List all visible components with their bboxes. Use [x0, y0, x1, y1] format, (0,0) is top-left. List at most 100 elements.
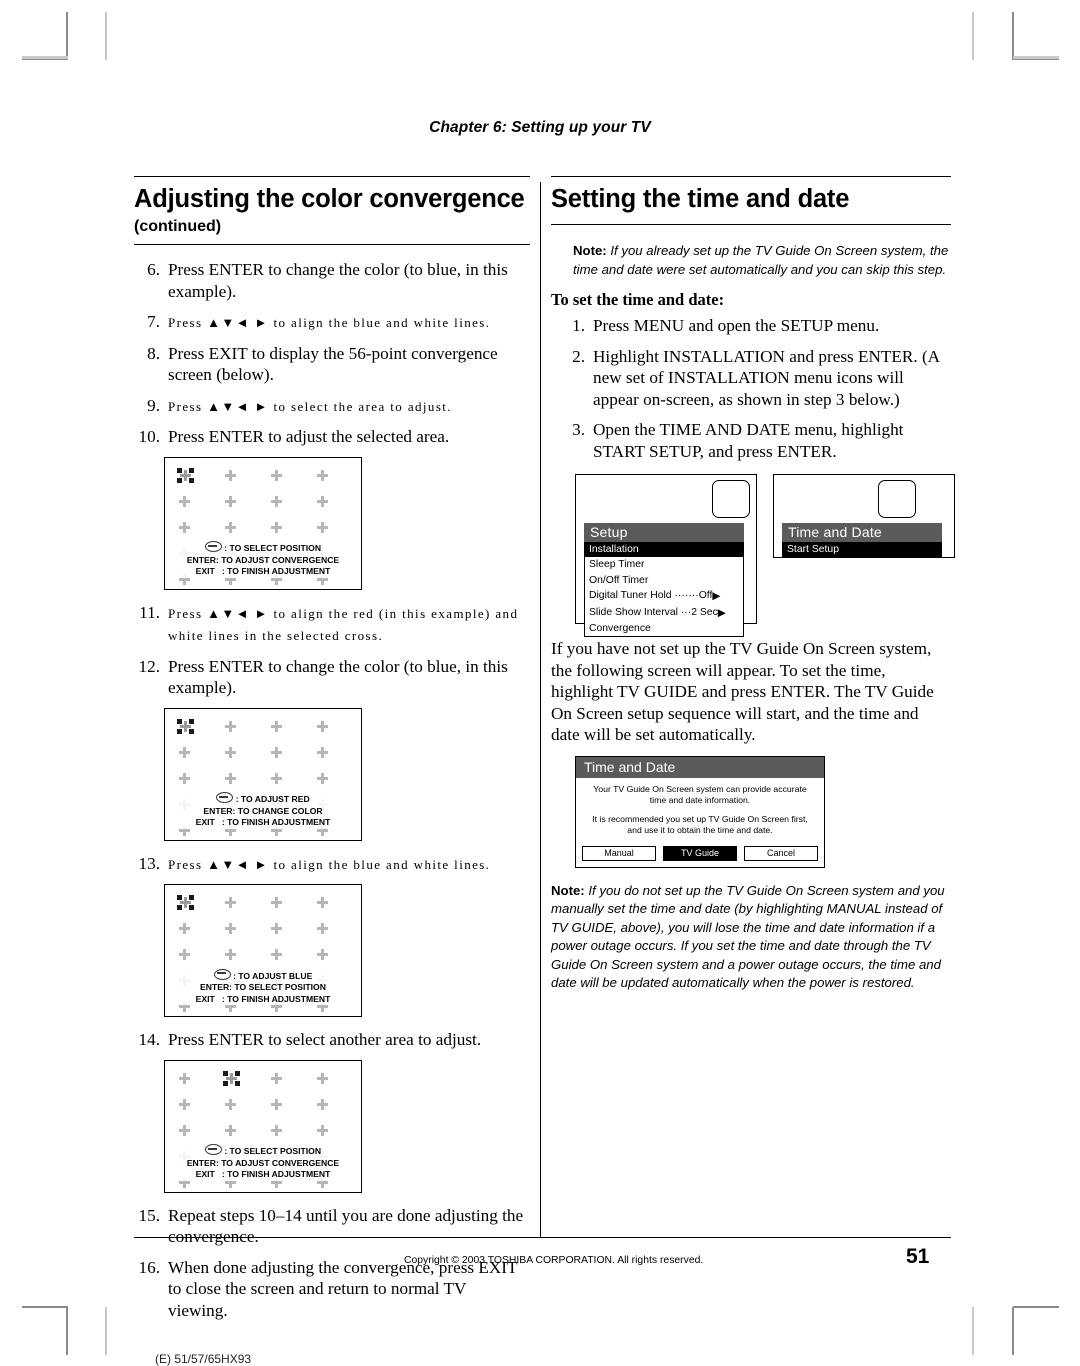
menu-item-digital-tuner-hold[interactable]: Digital Tuner Hold ·······Off▶	[585, 588, 743, 604]
list-item: 6. Press ENTER to change the color (to bl…	[134, 259, 530, 302]
menu-item-label: Slide Show Interval ···2 Sec	[589, 606, 718, 618]
convergence-cross	[225, 495, 236, 507]
convergence-cross	[225, 949, 236, 960]
selected-crosshair-marker	[223, 1070, 240, 1086]
menu-item-on-off-timer[interactable]: On/Off Timer	[585, 573, 743, 588]
legend-line: : TO SELECT POSITION	[165, 1144, 361, 1158]
step-text: Press ▲▼◄ ► to align the blue and white …	[168, 315, 491, 330]
list-item: 11. Press ▲▼◄ ► to align the red (in this…	[134, 602, 530, 647]
step-text: Press ENTER to adjust the selected area.	[168, 427, 450, 446]
legend-key: ENTER	[203, 805, 233, 816]
chapter-header: Chapter 6: Setting up your TV	[429, 119, 651, 136]
legend-line: ENTER: TO ADJUST CONVERGENCE	[165, 1158, 361, 1170]
list-item: 13. Press ▲▼◄ ► to align the blue and whi…	[134, 853, 530, 876]
setup-menu-screen: Setup Installation Sleep Timer On/Off Ti…	[575, 474, 757, 638]
convergence-cross	[179, 772, 190, 784]
cross-icon	[180, 720, 191, 732]
legend-key: EXIT	[195, 1169, 215, 1179]
step-number: 3.	[572, 420, 585, 439]
step-text: Press MENU and open the SETUP menu.	[593, 316, 880, 335]
menu-item-label: On/Off Timer	[589, 574, 649, 586]
convergence-cross	[271, 746, 282, 758]
convergence-cross	[179, 495, 190, 507]
manual-button[interactable]: Manual	[582, 845, 656, 861]
convergence-cross	[317, 1124, 328, 1136]
convergence-screen-4: : TO SELECT POSITION ENTER: TO ADJUST CO…	[164, 1059, 362, 1193]
convergence-cross	[271, 1098, 282, 1110]
note-text: If you do not set up the TV Guide On Scr…	[551, 882, 945, 991]
note-label: Note:	[573, 243, 607, 258]
convergence-legend-2: : TO ADJUST RED ENTER: TO CHANGE COLOR E…	[165, 792, 361, 829]
convergence-cross	[317, 1072, 328, 1084]
convergence-cross	[317, 746, 328, 758]
list-item: 16. When done adjusting the convergence, …	[134, 1257, 530, 1322]
list-item: 1. Press MENU and open the SETUP menu.	[559, 315, 951, 337]
tv-guide-button[interactable]: TV Guide	[663, 845, 737, 861]
legend-text: : TO ADJUST RED	[235, 794, 310, 804]
column-divider	[540, 182, 541, 1237]
convergence-cross	[225, 923, 236, 934]
menu-item-installation[interactable]: Installation	[585, 542, 743, 558]
note-1: Note: If you already set up the TV Guide…	[551, 242, 951, 279]
convergence-cross	[179, 923, 190, 934]
step-text: Press ENTER to change the color (to blue…	[168, 656, 508, 698]
legend-text: : TO CHANGE COLOR	[232, 805, 323, 816]
step-text: Press ENTER to select another area to ad…	[168, 1030, 482, 1049]
step-text: Press EXIT to display the 56-point conve…	[168, 343, 498, 385]
step-number: 8.	[147, 343, 160, 363]
left-steps-list-b: 11. Press ▲▼◄ ► to align the red (in this…	[134, 602, 530, 699]
list-item: 8. Press EXIT to display the 56-point con…	[134, 343, 530, 386]
legend-text: : TO SELECT POSITION	[224, 1146, 322, 1156]
legend-line: ENTER: TO CHANGE COLOR	[165, 806, 361, 818]
convergence-cross	[271, 772, 282, 784]
menu-item-convergence[interactable]: Convergence	[585, 621, 743, 636]
legend-line: EXIT : TO FINISH ADJUSTMENT	[165, 1169, 361, 1181]
legend-line: EXIT : TO FINISH ADJUSTMENT	[165, 994, 361, 1006]
left-section-header: Adjusting the color convergence (continu…	[134, 176, 530, 245]
footer-divider	[134, 1237, 951, 1239]
convergence-cross	[179, 521, 190, 533]
menu-item-label: Digital Tuner Hold ·······Off	[589, 590, 713, 602]
step-number: 7.	[147, 312, 160, 331]
legend-line: ENTER: TO ADJUST CONVERGENCE	[165, 555, 361, 567]
convergence-cross	[271, 469, 282, 481]
note-label: Note:	[551, 882, 585, 898]
list-item: 9. Press ▲▼◄ ► to select the area to adju…	[134, 395, 530, 418]
dial-icon	[204, 541, 222, 552]
convergence-legend-1: : TO SELECT POSITION ENTER: TO ADJUST CO…	[165, 541, 361, 578]
list-item: 14. Press ENTER to select another area to…	[134, 1029, 530, 1051]
step-number: 14.	[138, 1030, 160, 1049]
sub-heading: To set the time and date:	[551, 290, 725, 309]
convergence-cross	[271, 495, 282, 507]
dialog-title: Time and Date	[576, 756, 824, 778]
step-text: Open the TIME AND DATE menu, highlight S…	[593, 420, 904, 461]
step-text: Highlight INSTALLATION and press ENTER. …	[593, 346, 940, 409]
convergence-cross	[317, 772, 328, 784]
right-section-title: Setting the time and date	[551, 185, 850, 213]
legend-key: ENTER	[186, 1157, 216, 1168]
convergence-screen-1: : TO SELECT POSITION ENTER: TO ADJUST CO…	[164, 456, 362, 590]
note-text: If you already set up the TV Guide On Sc…	[573, 243, 949, 277]
chevron-right-icon: ▶	[712, 591, 721, 603]
menu-item-slide-show-interval[interactable]: Slide Show Interval ···2 Sec▶	[585, 605, 743, 621]
menu-item-sleep-timer[interactable]: Sleep Timer	[585, 557, 743, 572]
menu-item-label: Sleep Timer	[589, 559, 645, 571]
convergence-cross	[225, 772, 236, 784]
osd-screens-row: Setup Installation Sleep Timer On/Off Ti…	[551, 474, 955, 638]
menu-icon-placeholder	[878, 480, 916, 518]
list-item: 15. Repeat steps 10–14 until you are done…	[134, 1205, 530, 1248]
menu-item-start-setup[interactable]: Start Setup	[783, 542, 941, 558]
dialog-body: Your TV Guide On Screen system can provi…	[576, 778, 824, 837]
convergence-cross	[179, 1098, 190, 1110]
left-section-title: Adjusting the color convergence	[134, 185, 525, 213]
setup-menu-title: Setup	[584, 523, 744, 542]
convergence-cross	[225, 469, 236, 481]
continued-label: (continued)	[134, 214, 530, 245]
menu-item-label: Start Setup	[787, 544, 839, 555]
left-steps-list-c: 13. Press ▲▼◄ ► to align the blue and whi…	[134, 853, 530, 876]
step-text: When done adjusting the convergence, pre…	[168, 1257, 518, 1320]
list-item: 2. Highlight INSTALLATION and press ENTER…	[559, 346, 951, 411]
cancel-button[interactable]: Cancel	[744, 845, 818, 861]
step-text: Press ▲▼◄ ► to select the area to adjust…	[168, 398, 452, 414]
legend-line: : TO ADJUST BLUE	[165, 968, 361, 983]
